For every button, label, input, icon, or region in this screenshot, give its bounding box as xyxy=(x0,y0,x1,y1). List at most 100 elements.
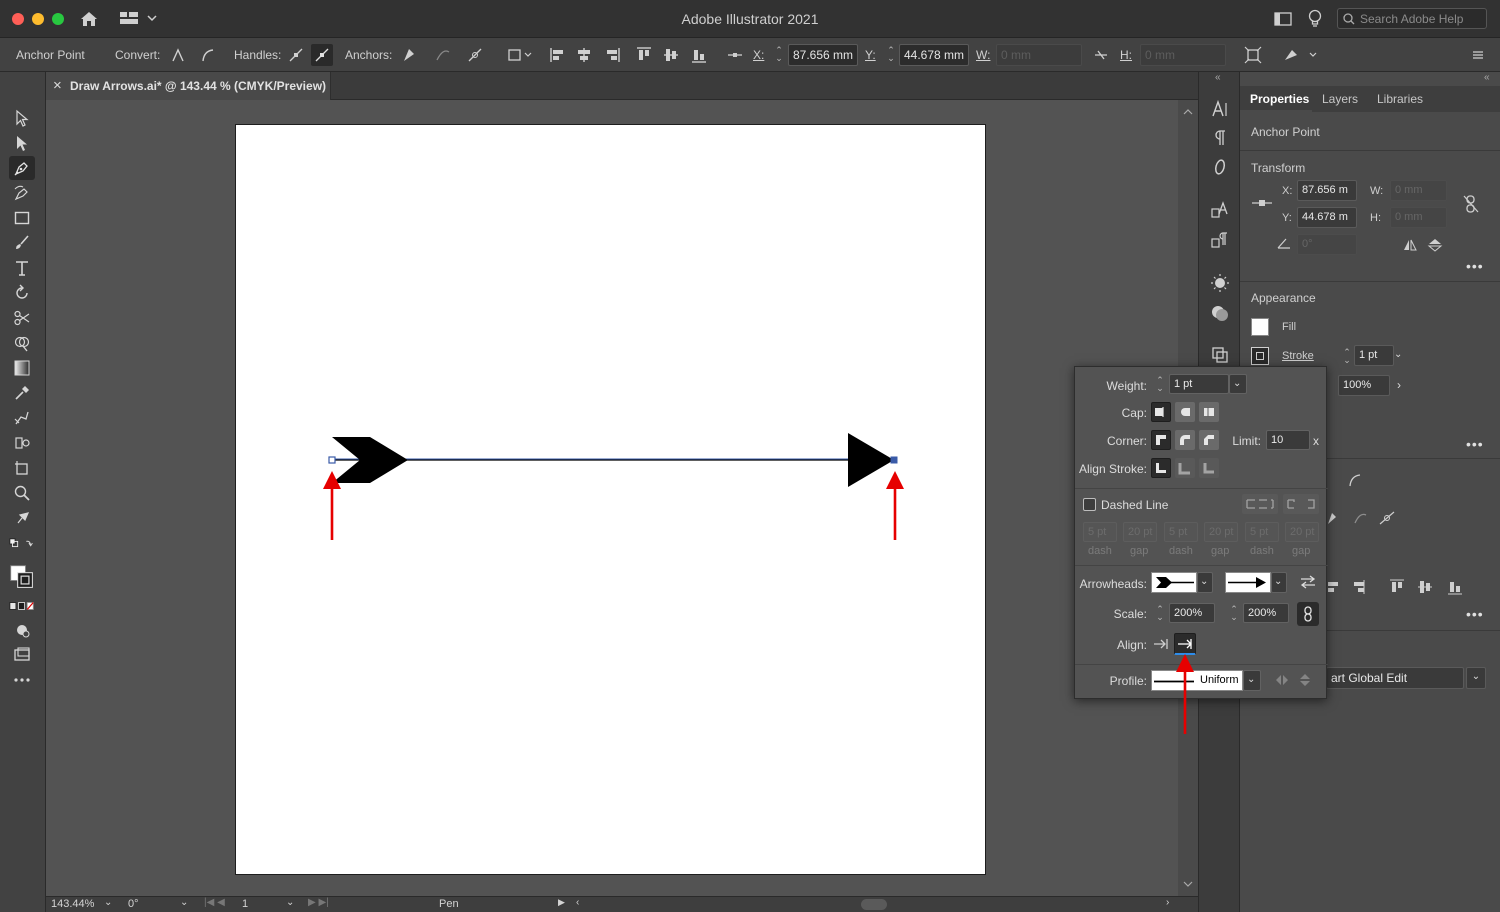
fill-stroke-swatch[interactable] xyxy=(9,562,35,592)
x-input[interactable]: 87.656 mm xyxy=(788,44,858,66)
align-left-icon[interactable] xyxy=(547,44,569,66)
start-arrowhead-dropdown[interactable]: ⌄ xyxy=(1197,572,1213,593)
fill-swatch[interactable] xyxy=(1251,318,1269,336)
shape-builder-icon[interactable] xyxy=(9,331,35,355)
color-mode-icon[interactable] xyxy=(9,594,35,618)
flip-profile-vertical-icon[interactable] xyxy=(1299,672,1311,688)
panel-menu-icon[interactable] xyxy=(1467,44,1489,66)
close-tab-icon[interactable]: × xyxy=(53,77,62,94)
end-scale-input[interactable]: 200% xyxy=(1243,603,1289,623)
pen-tool-icon[interactable] xyxy=(9,156,35,180)
zoom-level-field[interactable]: 143.44% xyxy=(51,898,94,910)
puppet-warp-icon[interactable] xyxy=(9,506,35,530)
edit-toolbar-icon[interactable] xyxy=(9,668,35,692)
help-search-input[interactable]: Search Adobe Help xyxy=(1337,8,1487,29)
gradient-icon[interactable] xyxy=(9,356,35,380)
swap-icon[interactable] xyxy=(9,532,35,556)
miter-limit-input[interactable]: 10 xyxy=(1266,430,1310,450)
bevel-join-button[interactable] xyxy=(1199,430,1219,450)
end-scale-stepper[interactable]: ⌃ ⌄ xyxy=(1229,605,1239,622)
blend-tool-icon[interactable] xyxy=(9,406,35,430)
opentype-panel-icon[interactable] xyxy=(1207,154,1233,180)
rotate-angle-input[interactable]: 0° xyxy=(1297,234,1357,255)
isolate-object-icon[interactable] xyxy=(1242,44,1264,66)
h-input[interactable]: 0 mm xyxy=(1140,44,1226,66)
start-global-edit-button[interactable]: art Global Edit xyxy=(1326,667,1464,689)
scissors-icon[interactable] xyxy=(9,306,35,330)
transform-w-input[interactable]: 0 mm xyxy=(1390,180,1447,201)
align-stroke-outside-button[interactable] xyxy=(1199,458,1219,478)
horizontal-scroll-thumb[interactable] xyxy=(861,899,887,910)
dash-field-2[interactable]: 5 pt xyxy=(1164,522,1198,542)
connect-anchors-props-icon[interactable] xyxy=(1352,510,1368,526)
round-cap-button[interactable] xyxy=(1175,402,1195,422)
align-buttons-row[interactable] xyxy=(1328,578,1468,596)
y-input[interactable]: 44.678 mm xyxy=(899,44,969,66)
link-icon[interactable] xyxy=(1462,194,1480,214)
more-transform-options-icon[interactable]: ••• xyxy=(1466,258,1484,274)
align-top-icon[interactable] xyxy=(633,44,655,66)
end-arrowhead-select[interactable] xyxy=(1225,572,1271,593)
global-edit-options-dropdown[interactable]: ⌄ xyxy=(1466,667,1486,689)
dash-field-1[interactable]: 5 pt xyxy=(1083,522,1117,542)
graphic-styles-icon[interactable] xyxy=(1207,300,1233,326)
screen-mode-icon[interactable] xyxy=(9,643,35,667)
weight-dropdown[interactable]: ⌄ xyxy=(1229,374,1247,394)
constrain-proportions-icon[interactable] xyxy=(1090,44,1112,66)
scroll-left-icon[interactable]: ‹ xyxy=(576,897,579,908)
zoom-icon[interactable] xyxy=(9,481,35,505)
reference-point-icon[interactable] xyxy=(1251,198,1273,208)
direct-selection-icon[interactable] xyxy=(9,131,35,155)
character-styles-icon[interactable] xyxy=(1207,197,1233,223)
gap-field-1[interactable]: 20 pt xyxy=(1123,522,1157,542)
shape-transform-icon[interactable] xyxy=(505,44,535,66)
type-tool-icon[interactable] xyxy=(9,256,35,280)
rotation-field[interactable]: 0° xyxy=(128,898,139,910)
transform-x-input[interactable]: 87.656 m xyxy=(1297,180,1357,201)
first-artboard-icon[interactable]: |◀ ◀ xyxy=(204,897,225,908)
convert-anchor-icon[interactable] xyxy=(1347,472,1363,488)
stroke-weight-input[interactable]: 1 pt xyxy=(1354,345,1394,366)
preserve-dash-button[interactable] xyxy=(1242,494,1278,514)
dash-field-3[interactable]: 5 pt xyxy=(1245,522,1279,542)
more-appearance-options-icon[interactable]: ••• xyxy=(1466,436,1484,452)
symbol-sprayer-icon[interactable] xyxy=(9,431,35,455)
transform-h-input[interactable]: 0 mm xyxy=(1390,207,1447,228)
start-scale-stepper[interactable]: ⌃ ⌄ xyxy=(1155,605,1165,622)
connect-anchors-icon[interactable] xyxy=(432,44,454,66)
x-stepper[interactable]: ⌃ ⌄ xyxy=(774,46,784,63)
miter-join-button[interactable] xyxy=(1151,430,1171,450)
y-stepper[interactable]: ⌃ ⌄ xyxy=(886,46,896,63)
align-hcenter-icon[interactable] xyxy=(573,44,595,66)
stroke-label[interactable]: Stroke xyxy=(1282,350,1314,362)
align-stroke-inside-button[interactable] xyxy=(1175,458,1195,478)
butt-cap-button[interactable] xyxy=(1151,402,1171,422)
lightbulb-icon[interactable] xyxy=(1307,9,1323,29)
stroke-weight-dropdown-icon[interactable]: ⌄ xyxy=(1394,349,1402,360)
paintbrush-tool-icon[interactable] xyxy=(9,231,35,255)
paragraph-panel-icon[interactable] xyxy=(1207,125,1233,151)
show-handles-icon[interactable] xyxy=(285,44,307,66)
rotation-dropdown-icon[interactable]: ⌄ xyxy=(180,897,188,908)
curvature-tool-icon[interactable] xyxy=(9,181,35,205)
scroll-down-icon[interactable] xyxy=(1183,880,1193,888)
transform-y-input[interactable]: 44.678 m xyxy=(1297,207,1357,228)
arrow-path[interactable] xyxy=(328,433,898,487)
artboard-number-field[interactable]: 1 xyxy=(242,898,248,910)
opacity-input[interactable]: 100% xyxy=(1338,375,1390,396)
gap-field-3[interactable]: 20 pt xyxy=(1285,522,1319,542)
artboard-dropdown-icon[interactable]: ⌄ xyxy=(286,897,294,908)
character-panel-icon[interactable] xyxy=(1207,96,1233,122)
profile-dropdown[interactable]: ⌄ xyxy=(1243,670,1261,691)
rotate-tool-icon[interactable] xyxy=(9,281,35,305)
swap-arrowheads-icon[interactable] xyxy=(1299,574,1317,590)
more-align-options-icon[interactable]: ••• xyxy=(1466,606,1484,622)
collapse-panels-icon[interactable]: « xyxy=(1215,72,1221,83)
gap-field-2[interactable]: 20 pt xyxy=(1204,522,1238,542)
hide-handles-icon[interactable] xyxy=(311,44,333,66)
scroll-up-icon[interactable] xyxy=(1183,108,1193,116)
next-artboard-icon[interactable]: ▶ ▶| xyxy=(308,897,329,908)
opacity-arrow-icon[interactable]: › xyxy=(1397,378,1401,392)
status-menu-icon[interactable]: ▶ xyxy=(558,897,565,908)
projecting-cap-button[interactable] xyxy=(1199,402,1219,422)
